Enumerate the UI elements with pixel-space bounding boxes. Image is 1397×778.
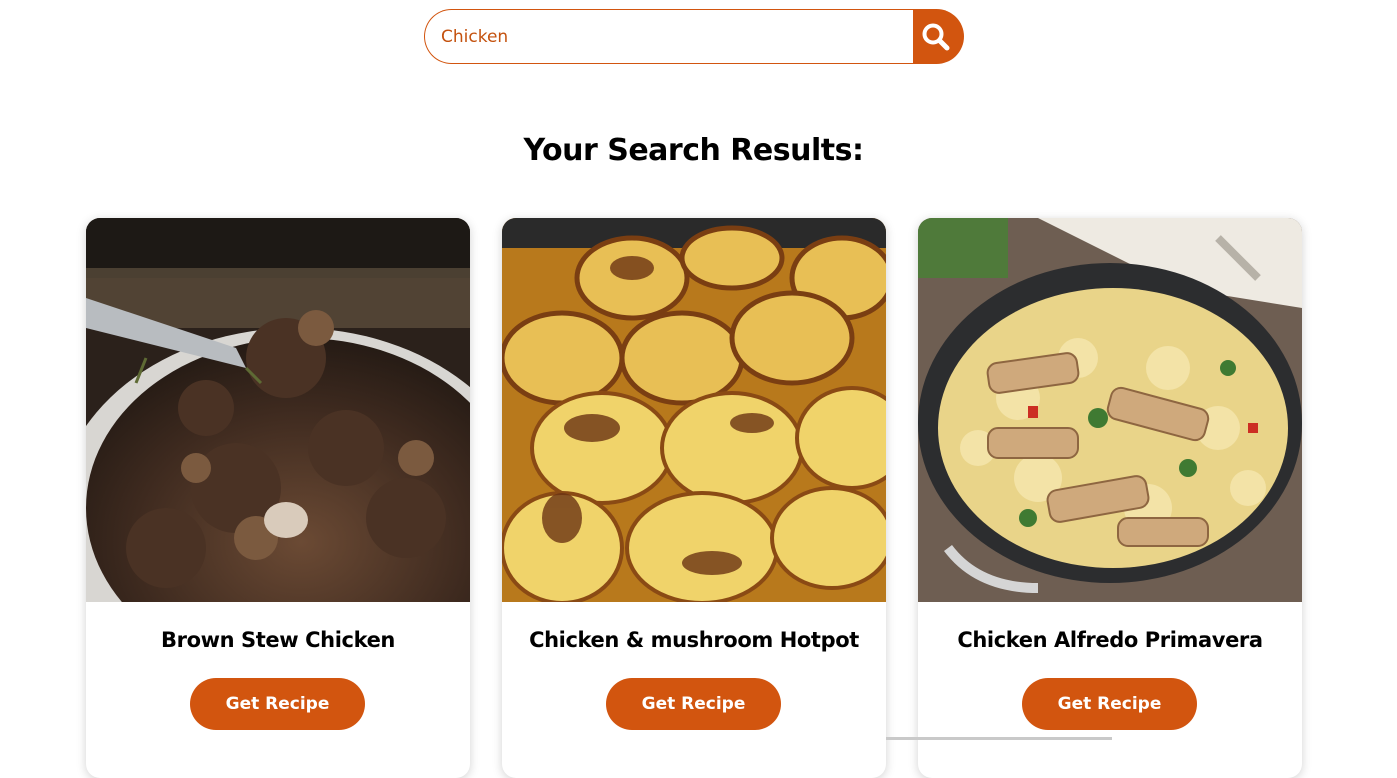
search-icon: [922, 23, 949, 50]
recipe-title: Chicken & mushroom Hotpot: [529, 628, 859, 652]
recipe-card: Chicken Alfredo Primavera Get Recipe: [918, 218, 1302, 778]
recipe-image: [918, 218, 1302, 602]
recipe-title: Brown Stew Chicken: [161, 628, 395, 652]
get-recipe-button[interactable]: Get Recipe: [606, 678, 781, 730]
recipe-title: Chicken Alfredo Primavera: [957, 628, 1263, 652]
search-input[interactable]: [424, 9, 913, 64]
get-recipe-button[interactable]: Get Recipe: [190, 678, 365, 730]
search-button[interactable]: [913, 9, 964, 64]
get-recipe-button[interactable]: Get Recipe: [1022, 678, 1197, 730]
recipe-card: Brown Stew Chicken Get Recipe: [86, 218, 470, 778]
results-heading: Your Search Results:: [523, 133, 864, 168]
recipe-card: Chicken & mushroom Hotpot Get Recipe: [502, 218, 886, 778]
recipe-image: [502, 218, 886, 602]
search-bar: [424, 9, 964, 64]
recipe-image: [86, 218, 470, 602]
